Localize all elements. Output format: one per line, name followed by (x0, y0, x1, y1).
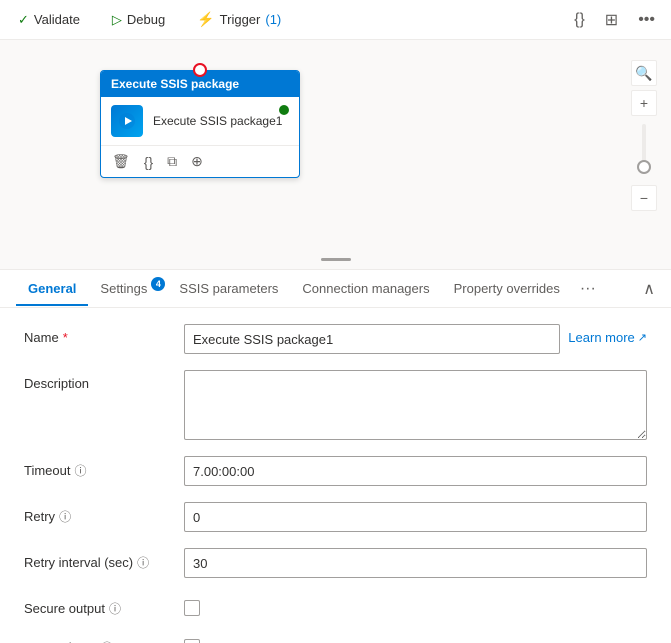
name-field: Learn more ↗ (184, 324, 647, 354)
bottom-panel: General Settings 4 SSIS parameters Conne… (0, 270, 671, 643)
toolbar: ✓ Validate ▷ Debug ⚡ Trigger (1) {} ⊞ ••… (0, 0, 671, 40)
retry-interval-info-icon[interactable]: ⓘ (137, 554, 149, 571)
timeout-info-icon[interactable]: ⓘ (74, 462, 86, 479)
secure-input-field (184, 633, 647, 643)
external-link-icon: ↗ (638, 331, 647, 344)
secure-input-label: Secure input ⓘ (24, 633, 184, 643)
code-icon: {} (574, 11, 585, 29)
collapse-panel-button[interactable]: ∧ (643, 279, 655, 299)
retry-interval-row: Retry interval (sec) ⓘ (24, 548, 647, 578)
retry-interval-label: Retry interval (sec) ⓘ (24, 548, 184, 571)
zoom-slider-track (642, 124, 646, 174)
node-copy-button[interactable]: ⧉ (164, 150, 180, 173)
retry-label: Retry ⓘ (24, 502, 184, 525)
description-field (184, 370, 647, 440)
secure-output-info-icon[interactable]: ⓘ (109, 600, 121, 617)
secure-input-row: Secure input ⓘ (24, 633, 647, 643)
canvas-zoom-controls: 🔍 + (631, 60, 657, 174)
tab-connection-managers[interactable]: Connection managers (290, 273, 441, 306)
node-code-button[interactable]: {} (141, 151, 156, 173)
debug-button[interactable]: ▷ Debug (106, 8, 171, 32)
dataflow-icon: ⊞ (605, 10, 618, 30)
name-label: Name * (24, 324, 184, 345)
retry-input[interactable] (184, 502, 647, 532)
name-input[interactable] (184, 324, 560, 354)
node-icon (111, 105, 143, 137)
timeout-label: Timeout ⓘ (24, 456, 184, 479)
secure-output-checkbox[interactable] (184, 600, 200, 616)
node-delete-button[interactable]: 🗑 (109, 150, 133, 173)
secure-output-row: Secure output ⓘ (24, 594, 647, 617)
zoom-in-button[interactable]: + (631, 90, 657, 116)
node-label: Execute SSIS package1 (153, 114, 282, 128)
more-options-button[interactable]: ••• (634, 7, 659, 33)
retry-interval-input[interactable] (184, 548, 647, 578)
retry-interval-field (184, 548, 647, 578)
node-connect-button[interactable]: ⊕ (188, 150, 206, 173)
zoom-out-button[interactable]: − (631, 185, 657, 211)
secure-input-info-icon[interactable]: ⓘ (101, 639, 113, 643)
search-canvas-button[interactable]: 🔍 (631, 60, 657, 86)
tab-ssis-parameters[interactable]: SSIS parameters (167, 273, 290, 306)
tab-general[interactable]: General (16, 273, 88, 306)
tab-settings[interactable]: Settings 4 (88, 273, 167, 306)
description-textarea[interactable] (184, 370, 647, 440)
toolbar-right-actions: {} ⊞ ••• (570, 6, 659, 34)
code-view-button[interactable]: {} (570, 7, 589, 33)
timeout-row: Timeout ⓘ (24, 456, 647, 486)
node-status-dot (279, 105, 289, 115)
learn-more-link[interactable]: Learn more ↗ (568, 324, 647, 345)
settings-badge: 4 (151, 277, 165, 291)
secure-output-label: Secure output ⓘ (24, 594, 184, 617)
panel-drag-handle[interactable] (321, 258, 351, 261)
validate-button[interactable]: ✓ Validate (12, 8, 86, 32)
validate-icon: ✓ (18, 12, 29, 28)
retry-field (184, 502, 647, 532)
ellipsis-icon: ••• (638, 11, 655, 29)
secure-input-checkbox[interactable] (184, 639, 200, 643)
tabs-overflow-button[interactable]: ··· (576, 276, 600, 302)
timeout-input[interactable] (184, 456, 647, 486)
node-top-connector (193, 63, 207, 77)
zoom-slider-thumb[interactable] (637, 160, 651, 174)
form-content: Name * Learn more ↗ Description (0, 308, 671, 643)
timeout-field (184, 456, 647, 486)
retry-row: Retry ⓘ (24, 502, 647, 532)
canvas-area: Execute SSIS package Execute SSIS packag… (0, 40, 671, 270)
retry-info-icon[interactable]: ⓘ (59, 508, 71, 525)
description-row: Description (24, 370, 647, 440)
node-body: Execute SSIS package1 (101, 97, 299, 145)
node-actions: 🗑 {} ⧉ ⊕ (101, 145, 299, 177)
tabs-row: General Settings 4 SSIS parameters Conne… (0, 270, 671, 308)
debug-icon: ▷ (112, 12, 122, 28)
description-label: Description (24, 370, 184, 391)
required-indicator: * (63, 330, 68, 345)
data-flow-button[interactable]: ⊞ (601, 6, 622, 34)
pipeline-node[interactable]: Execute SSIS package Execute SSIS packag… (100, 70, 300, 178)
tab-property-overrides[interactable]: Property overrides (442, 273, 572, 306)
trigger-button[interactable]: ⚡ Trigger (1) (191, 7, 287, 32)
trigger-icon: ⚡ (197, 11, 214, 28)
name-row: Name * Learn more ↗ (24, 324, 647, 354)
